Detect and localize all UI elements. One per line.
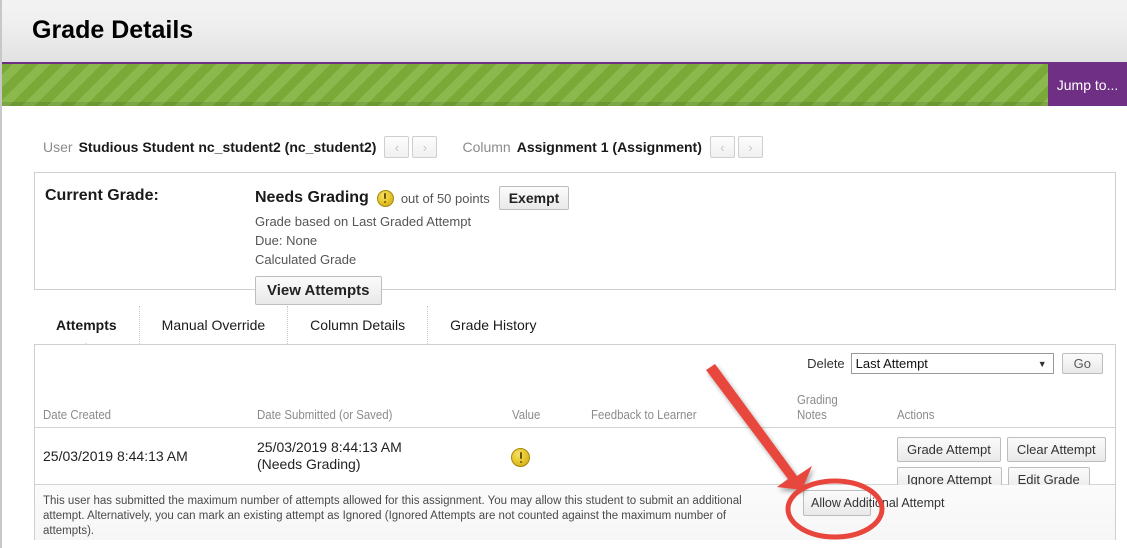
max-attempts-message: This user has submitted the maximum numb…: [43, 495, 742, 537]
page-header: Grade Details: [2, 0, 1127, 64]
chevron-down-icon: ▼: [1037, 358, 1047, 369]
calculated-grade-text: Calculated Grade: [255, 252, 357, 267]
page-title: Grade Details: [32, 16, 194, 44]
current-grade-body: Needs Grading out of 50 points Exempt Gr…: [255, 185, 570, 305]
column-header-feedback: Feedback to Learner: [591, 407, 697, 422]
go-button[interactable]: Go: [1061, 353, 1103, 374]
allow-additional-attempt-button[interactable]: Allow Additional Attempt: [803, 490, 944, 516]
column-header-date-submitted: Date Submitted (or Saved): [257, 407, 393, 422]
column-label: Column: [462, 139, 511, 155]
actions-row-top: Grade Attempt Clear Attempt: [897, 437, 1106, 462]
user-label: User: [43, 139, 73, 155]
column-header-grading-notes: Grading Notes: [797, 392, 838, 422]
previous-user-button[interactable]: ‹: [384, 136, 410, 158]
exempt-button[interactable]: Exempt: [498, 186, 570, 210]
attempts-footer-note: This user has submitted the maximum numb…: [35, 485, 1115, 540]
record-navigation-bar: User Studious Student nc_student2 (nc_st…: [2, 126, 1116, 168]
cell-date-created: 25/03/2019 8:44:13 AM: [43, 448, 188, 464]
grade-status-text: Needs Grading: [255, 189, 369, 206]
points-possible-text: out of 50 points: [400, 190, 490, 206]
due-date-text: Due: None: [255, 233, 318, 248]
delete-attempt-select[interactable]: Last Attempt ▼: [850, 353, 1054, 374]
column-value: Assignment 1 (Assignment): [516, 139, 702, 155]
next-column-button[interactable]: ›: [737, 136, 763, 158]
grade-based-on-text: Grade based on Last Graded Attempt: [255, 214, 472, 229]
delete-label: Delete: [807, 356, 845, 371]
course-theme-band: [2, 64, 1127, 106]
table-row: 25/03/2019 8:44:13 AM 25/03/2019 8:44:13…: [35, 428, 1115, 492]
column-header-actions: Actions: [897, 407, 935, 422]
cell-date-submitted-status: (Needs Grading): [257, 456, 361, 472]
clear-attempt-button[interactable]: Clear Attempt: [1006, 437, 1106, 462]
cell-value: [511, 448, 530, 472]
detail-tabs: Attempts Manual Override Column Details …: [34, 306, 1116, 344]
warning-exclamation-icon: [511, 448, 530, 467]
warning-exclamation-icon: [376, 189, 394, 207]
cell-date-submitted: 25/03/2019 8:44:13 AM: [257, 439, 402, 455]
next-user-button[interactable]: ›: [412, 136, 438, 158]
jump-to-button[interactable]: Jump to...: [1048, 64, 1127, 106]
previous-column-button[interactable]: ‹: [709, 136, 735, 158]
tab-column-details[interactable]: Column Details: [288, 306, 429, 344]
tab-grade-history[interactable]: Grade History: [428, 306, 558, 344]
delete-attempt-selected-value: Last Attempt: [855, 356, 928, 371]
column-header-date-created: Date Created: [43, 407, 112, 422]
tab-attempts[interactable]: Attempts: [34, 306, 140, 344]
user-value: Studious Student nc_student2 (nc_student…: [78, 139, 377, 155]
delete-attempt-controls: Delete Last Attempt ▼ Go: [807, 353, 1103, 374]
current-grade-panel: Current Grade: Needs Grading out of 50 p…: [34, 172, 1116, 305]
column-header-value: Value: [512, 407, 541, 422]
attempts-table-header: Date Created Date Submitted (or Saved) V…: [35, 385, 1115, 428]
view-attempts-button[interactable]: View Attempts: [255, 276, 382, 305]
current-grade-label: Current Grade:: [45, 187, 159, 204]
grade-attempt-button[interactable]: Grade Attempt: [897, 437, 1001, 462]
grade-details-page: Grade Details Jump to... User Studious S…: [0, 0, 1127, 548]
tab-manual-override[interactable]: Manual Override: [140, 306, 289, 344]
attempts-panel: Delete Last Attempt ▼ Go Date Created Da…: [34, 344, 1116, 540]
